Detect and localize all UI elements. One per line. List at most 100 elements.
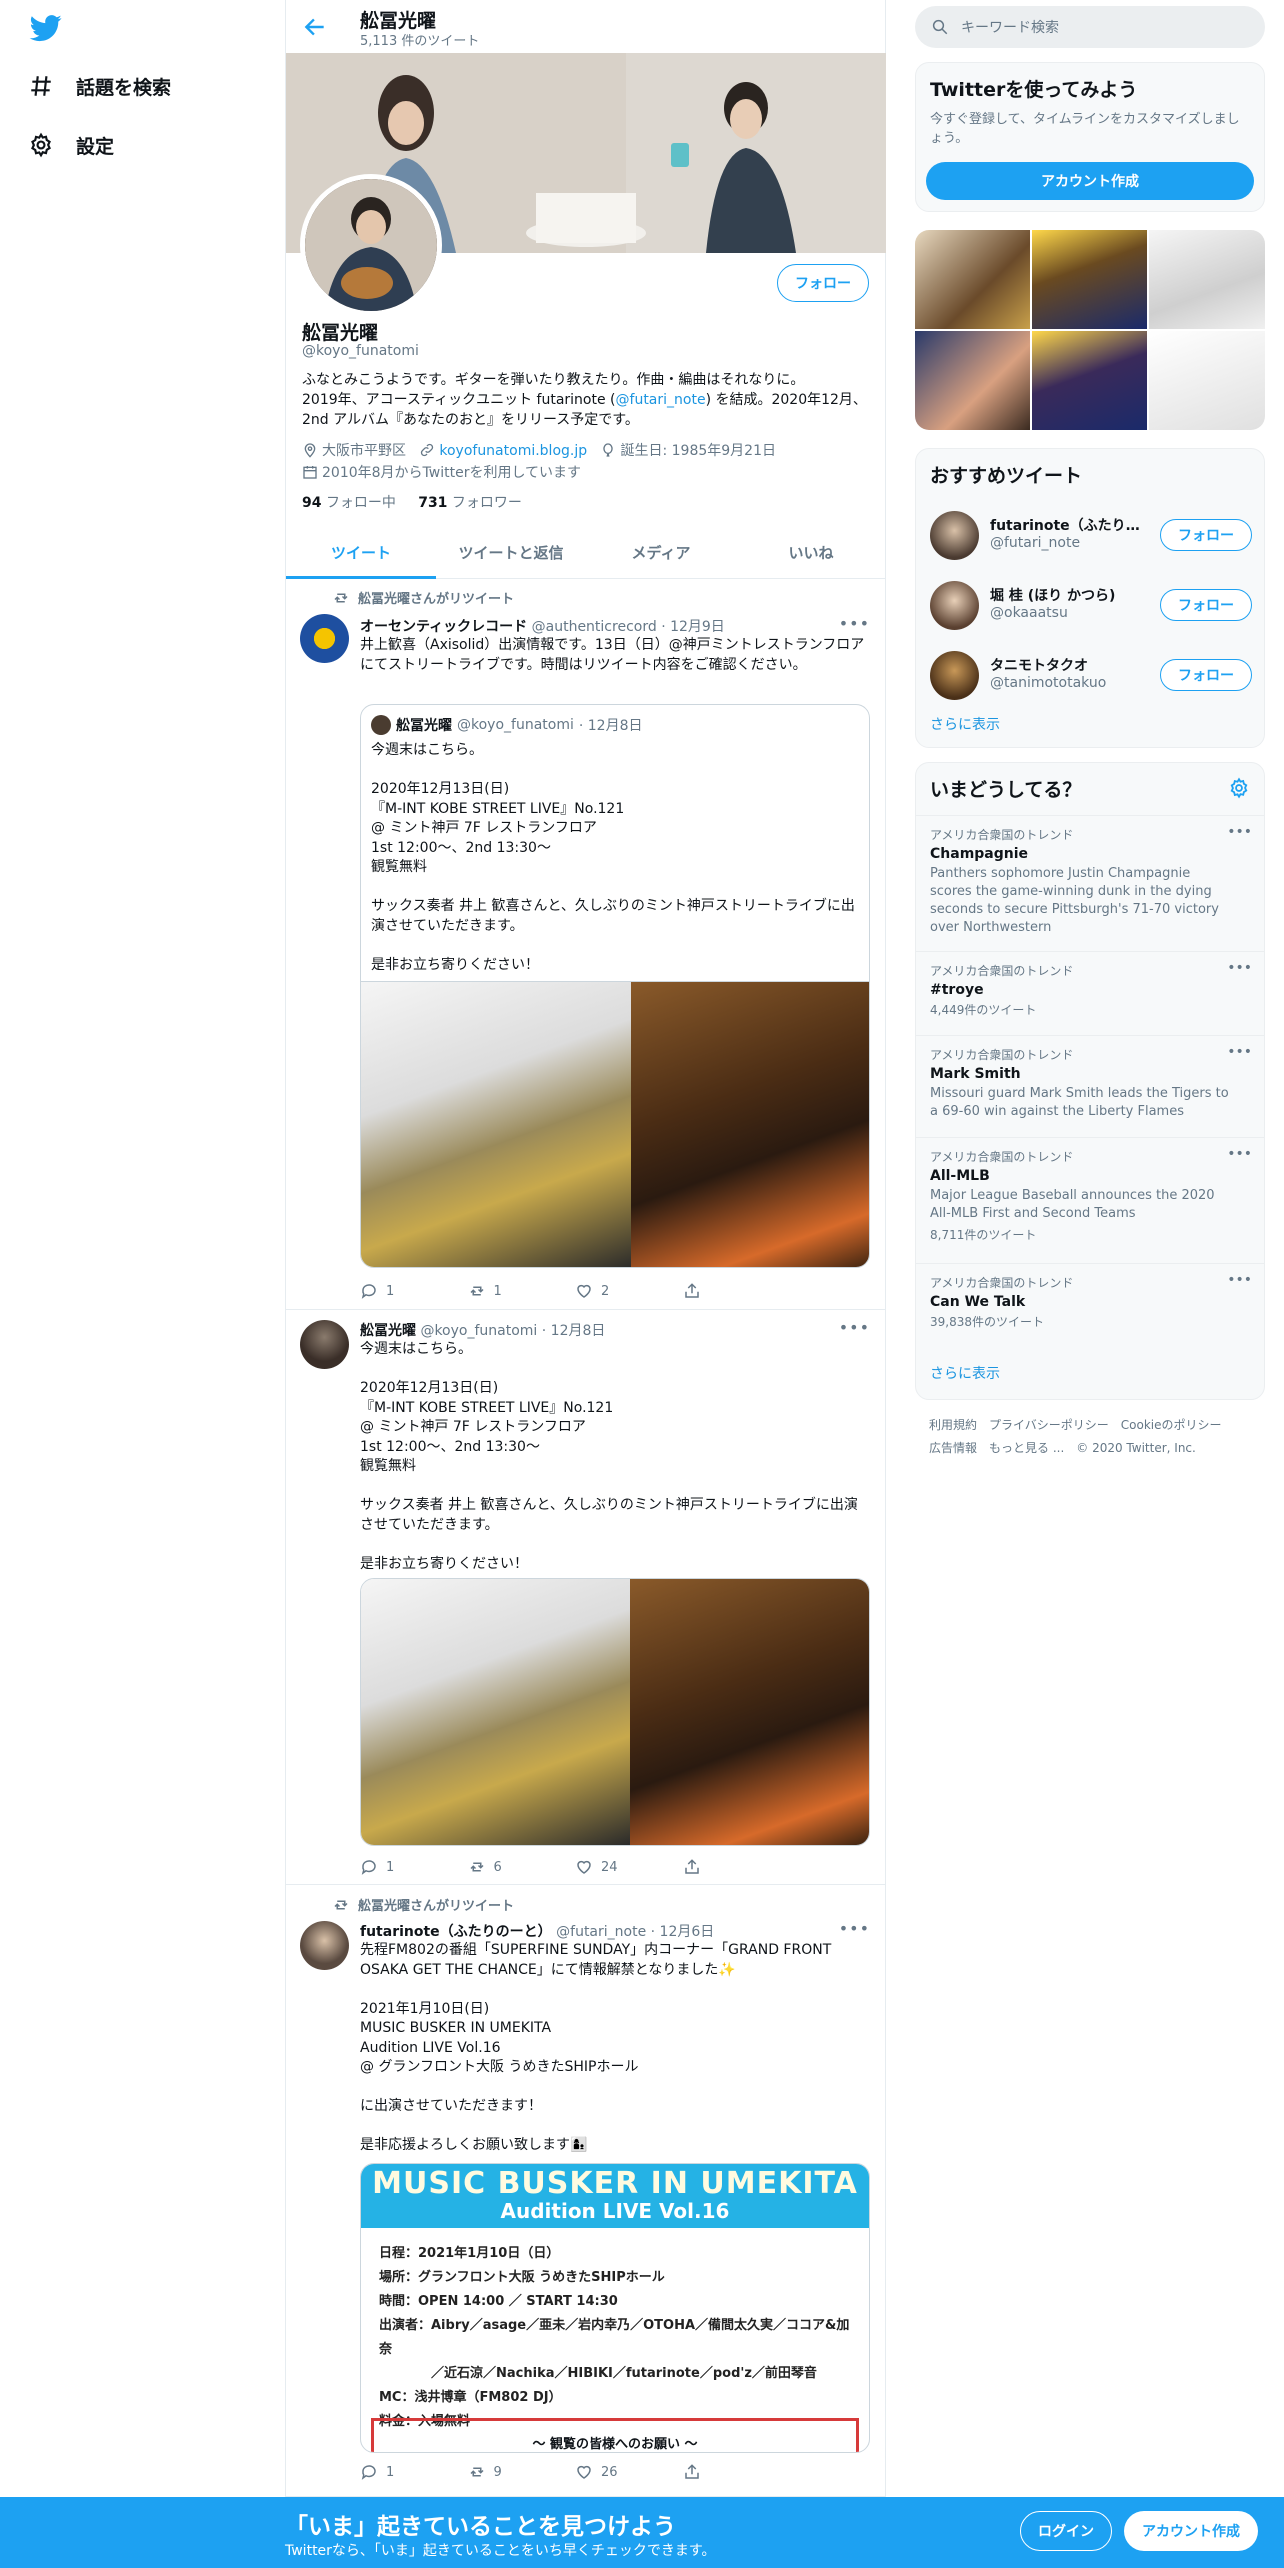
tab-tweets[interactable]: ツイート bbox=[286, 526, 436, 579]
retweet-button[interactable]: 1 bbox=[468, 1282, 576, 1300]
tweet-text: 井上歓喜（Axisolid）出演情報です。13日（日）@神戸ミントレストランフロ… bbox=[360, 637, 865, 673]
bio-mention-link[interactable]: @futari_note bbox=[616, 392, 706, 408]
tweet-author[interactable]: オーセンティックレコード bbox=[360, 619, 527, 635]
retweet-button[interactable]: 6 bbox=[468, 1858, 576, 1876]
more-icon[interactable]: ••• bbox=[1227, 1044, 1252, 1060]
tweet[interactable]: 舩冨光曜さんがリツイート futarinote（ふたりのーと） @futari_… bbox=[286, 1885, 886, 2497]
profile-website-link[interactable]: koyofunatomi.blog.jp bbox=[439, 443, 587, 459]
signup-banner: 「いま」起きていることを見つけよう Twitterなら、「いま」起きていることを… bbox=[0, 2497, 1284, 2568]
suggestion-handle: @futari_note bbox=[990, 535, 1081, 551]
tweet-date[interactable]: · 12月8日 bbox=[542, 1323, 606, 1339]
trend-item[interactable]: アメリカ合衆国のトレンド All-MLB Major League Baseba… bbox=[916, 1137, 1264, 1253]
more-icon[interactable]: ••• bbox=[839, 1919, 870, 1938]
reply-button[interactable]: 1 bbox=[360, 1282, 468, 1300]
avatar[interactable] bbox=[930, 651, 979, 700]
trend-count: 39,838件のツイート bbox=[930, 1315, 1044, 1329]
footer-links-2[interactable]: 広告情報 もっと見る ... © 2020 Twitter, Inc. bbox=[929, 1437, 1259, 1460]
followers-link[interactable]: 731 フォロワー bbox=[418, 495, 522, 511]
trend-description: Panthers sophomore Justin Champagnie sco… bbox=[930, 866, 1219, 935]
media-thumb[interactable] bbox=[1149, 230, 1265, 329]
profile-name: 舩冨光曜 bbox=[302, 322, 379, 344]
media-thumb[interactable] bbox=[1032, 331, 1147, 430]
trend-description: Major League Baseball announces the 2020… bbox=[930, 1188, 1215, 1221]
follow-button[interactable]: フォロー bbox=[1160, 519, 1252, 551]
trends-show-more-link[interactable]: さらに表示 bbox=[930, 1363, 1000, 1383]
reply-button[interactable]: 1 bbox=[360, 2463, 468, 2481]
more-icon[interactable]: ••• bbox=[1227, 1272, 1252, 1288]
trend-context: アメリカ合衆国のトレンド bbox=[930, 964, 1074, 978]
follow-button[interactable]: フォロー bbox=[1160, 659, 1252, 691]
show-more-link[interactable]: さらに表示 bbox=[930, 714, 1000, 734]
like-button[interactable]: 26 bbox=[575, 2463, 683, 2481]
back-arrow-icon[interactable] bbox=[302, 14, 328, 40]
tab-likes[interactable]: いいね bbox=[736, 526, 886, 578]
suggestion-item[interactable]: タニモトタクオ @tanimototakuo フォロー bbox=[916, 639, 1264, 709]
trend-item[interactable]: アメリカ合衆国のトレンド Can We Talk 39,838件のツイート ••… bbox=[916, 1263, 1264, 1340]
media-grid[interactable] bbox=[915, 230, 1265, 430]
search-input[interactable]: キーワード検索 bbox=[961, 17, 1059, 37]
more-icon[interactable]: ••• bbox=[839, 1318, 870, 1337]
following-link[interactable]: 94 フォロー中 bbox=[302, 495, 396, 511]
tweet-date[interactable]: · 12月9日 bbox=[661, 619, 725, 635]
like-button[interactable]: 2 bbox=[575, 1282, 683, 1300]
follow-button[interactable]: フォロー bbox=[1160, 589, 1252, 621]
tweet-text: 先程FM802の番組「SUPERFINE SUNDAY」内コーナー「GRAND … bbox=[360, 1942, 832, 2153]
avatar[interactable] bbox=[930, 511, 979, 560]
media-thumb[interactable] bbox=[915, 230, 1030, 329]
avatar[interactable] bbox=[300, 614, 349, 663]
trends-card: いまどうしてる？ アメリカ合衆国のトレンド Champagnie Panther… bbox=[915, 762, 1265, 1400]
login-button[interactable]: ログイン bbox=[1020, 2511, 1112, 2551]
media-thumb[interactable] bbox=[1149, 331, 1265, 430]
tweet-handle: @futari_note bbox=[556, 1924, 647, 1940]
footer-links-1[interactable]: 利用規約 プライバシーポリシー Cookieのポリシー bbox=[929, 1414, 1259, 1437]
more-icon[interactable]: ••• bbox=[1227, 824, 1252, 840]
tweet[interactable]: 舩冨光曜 @koyo_funatomi · 12月8日 ••• 今週末はこちら。… bbox=[286, 1310, 886, 1885]
profile-handle: @koyo_funatomi bbox=[302, 343, 419, 359]
tab-media[interactable]: メディア bbox=[586, 526, 736, 578]
tab-tweets-replies[interactable]: ツイートと返信 bbox=[436, 526, 586, 578]
trend-name: All-MLB bbox=[930, 1168, 990, 1184]
nav-explore[interactable]: 話題を検索 bbox=[28, 66, 171, 106]
suggestion-handle: @tanimototakuo bbox=[990, 675, 1107, 691]
quoted-tweet[interactable]: 舩冨光曜 @koyo_funatomi · 12月8日 今週末はこちら。 202… bbox=[360, 704, 870, 1268]
avatar[interactable] bbox=[930, 581, 979, 630]
profile-avatar[interactable] bbox=[300, 174, 442, 316]
more-icon[interactable]: ••• bbox=[1227, 960, 1252, 976]
quote-photos[interactable] bbox=[361, 981, 869, 1267]
guitar-photo bbox=[630, 1579, 869, 1845]
event-flyer-image[interactable]: MUSIC BUSKER IN UMEKITA Audition LIVE Vo… bbox=[360, 2163, 870, 2453]
like-button[interactable]: 24 bbox=[575, 1858, 683, 1876]
share-button[interactable] bbox=[683, 1282, 791, 1300]
media-thumb[interactable] bbox=[1032, 230, 1147, 329]
more-icon[interactable]: ••• bbox=[839, 614, 870, 633]
profile-header-bar: 舩冨光曜 5,113 件のツイート bbox=[286, 0, 886, 53]
tweet-author[interactable]: 舩冨光曜 bbox=[360, 1323, 416, 1339]
nav-settings[interactable]: 設定 bbox=[28, 125, 114, 165]
trend-item[interactable]: アメリカ合衆国のトレンド #troye 4,449件のツイート ••• bbox=[916, 951, 1264, 1028]
settings-gear-icon[interactable] bbox=[1228, 777, 1250, 799]
retweet-button[interactable]: 9 bbox=[468, 2463, 576, 2481]
media-thumb[interactable] bbox=[915, 331, 1030, 430]
trend-item[interactable]: アメリカ合衆国のトレンド Champagnie Panthers sophomo… bbox=[916, 815, 1264, 947]
suggestion-item[interactable]: 堀 桂 (ほり かつら) @okaaatsu フォロー bbox=[916, 569, 1264, 639]
signup-button[interactable]: アカウント作成 bbox=[1124, 2511, 1258, 2551]
tweet-photos[interactable] bbox=[360, 1578, 870, 1846]
trend-context: アメリカ合衆国のトレンド bbox=[930, 1276, 1074, 1290]
avatar[interactable] bbox=[300, 1921, 349, 1970]
share-button[interactable] bbox=[683, 1858, 791, 1876]
tweet-date[interactable]: · 12月6日 bbox=[651, 1924, 715, 1940]
tweet[interactable]: 舩冨光曜さんがリツイート オーセンティックレコード @authenticreco… bbox=[286, 580, 886, 1310]
share-button[interactable] bbox=[683, 2463, 791, 2481]
twitter-logo-icon[interactable] bbox=[28, 12, 64, 44]
suggestion-name: タニモトタクオ bbox=[990, 658, 1088, 674]
create-account-button[interactable]: アカウント作成 bbox=[926, 162, 1254, 200]
suggestion-item[interactable]: futarinote（ふたりの… @futari_note フォロー bbox=[916, 499, 1264, 569]
reply-button[interactable]: 1 bbox=[360, 1858, 468, 1876]
retweet-icon bbox=[469, 2467, 484, 2477]
more-icon[interactable]: ••• bbox=[1227, 1146, 1252, 1162]
avatar[interactable] bbox=[300, 1320, 349, 1369]
follow-button[interactable]: フォロー bbox=[777, 264, 869, 302]
trend-item[interactable]: アメリカ合衆国のトレンド Mark Smith Missouri guard M… bbox=[916, 1035, 1264, 1131]
tweet-author[interactable]: futarinote（ふたりのーと） bbox=[360, 1924, 552, 1940]
search-box[interactable]: キーワード検索 bbox=[915, 6, 1265, 48]
